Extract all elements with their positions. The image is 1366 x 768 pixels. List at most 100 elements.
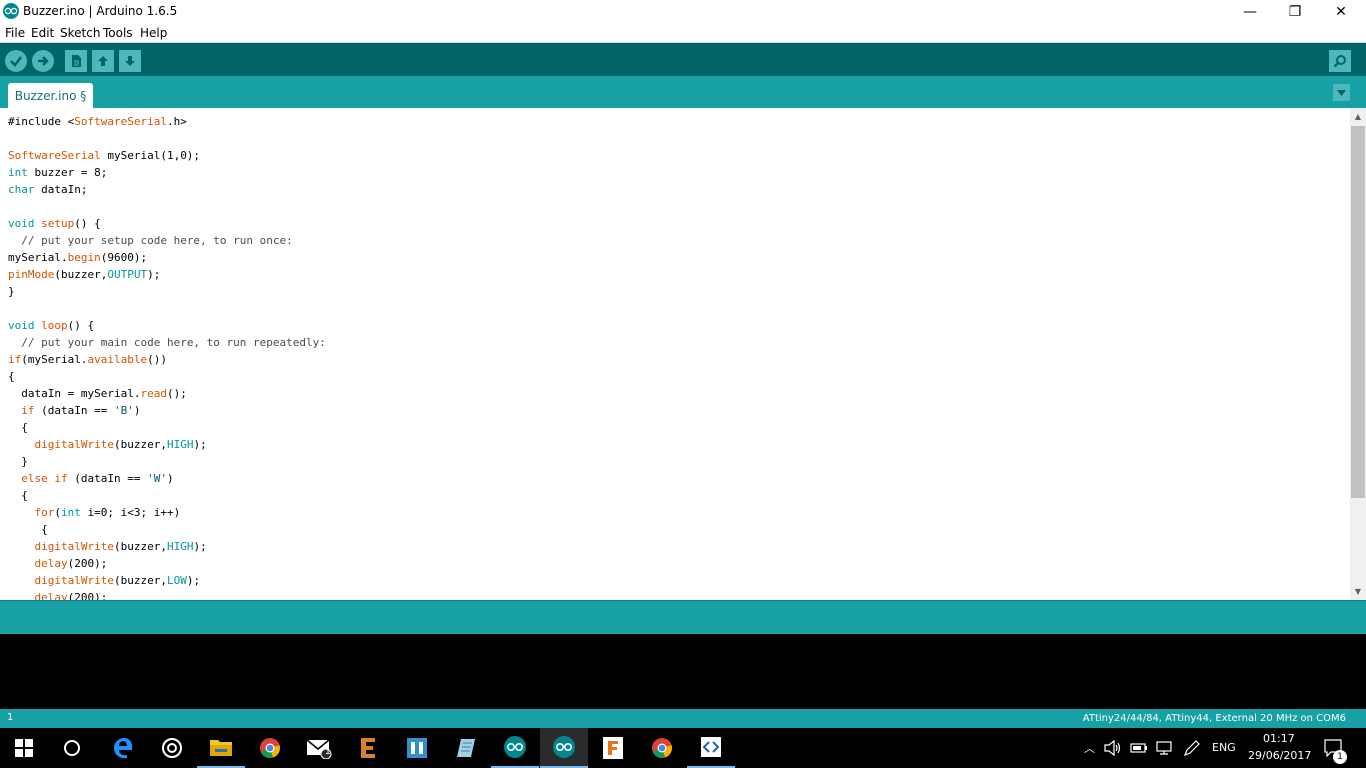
serial-monitor-button[interactable] xyxy=(1329,50,1351,72)
edge-icon xyxy=(114,738,133,759)
taskbar-edge[interactable] xyxy=(99,728,147,768)
minimize-button[interactable]: — xyxy=(1227,0,1273,24)
windows-taskbar: 1 ︿ ENG 01:17 29/06/2017 1 xyxy=(0,728,1366,768)
taskbar-app-frame[interactable] xyxy=(393,728,441,768)
groove-music-icon xyxy=(162,738,182,758)
code-line[interactable]: #include <SoftwareSerial.h> xyxy=(8,113,326,130)
code-line[interactable] xyxy=(8,300,326,317)
code-line[interactable]: SoftwareSerial mySerial(1,0); xyxy=(8,147,326,164)
scroll-up-icon[interactable]: ▲ xyxy=(1350,108,1366,125)
editor-scrollbar[interactable]: ▲ ▼ xyxy=(1350,108,1366,600)
code-brackets-icon xyxy=(701,737,721,757)
clock-time[interactable]: 01:17 xyxy=(1263,732,1295,745)
taskbar-arduino-1[interactable] xyxy=(491,728,539,768)
code-line[interactable]: { xyxy=(8,521,326,538)
battery-icon[interactable] xyxy=(1130,740,1148,756)
menu-bar: File Edit Sketch Tools Help xyxy=(0,24,1366,43)
code-line[interactable]: char dataIn; xyxy=(8,181,326,198)
arrow-right-icon xyxy=(38,56,49,66)
upload-button[interactable] xyxy=(32,50,54,72)
scroll-thumb[interactable] xyxy=(1351,126,1365,498)
taskbar-app-notes[interactable] xyxy=(442,728,490,768)
code-line[interactable]: dataIn = mySerial.read(); xyxy=(8,385,326,402)
code-editor[interactable]: #include <SoftwareSerial.h> SoftwareSeria… xyxy=(0,108,1350,600)
code-line[interactable]: if (dataIn == 'B') xyxy=(8,402,326,419)
verify-button[interactable] xyxy=(5,50,27,72)
code-line[interactable]: else if (dataIn == 'W') xyxy=(8,470,326,487)
arrow-up-icon xyxy=(98,56,108,66)
tab-menu-button[interactable] xyxy=(1333,84,1350,101)
new-file-icon xyxy=(72,55,81,67)
taskbar-fritzing[interactable] xyxy=(589,728,637,768)
cortana-icon xyxy=(64,740,80,756)
search-button[interactable] xyxy=(48,728,96,768)
notification-count-badge: 1 xyxy=(1333,750,1347,764)
volume-icon[interactable] xyxy=(1104,740,1122,756)
code-line[interactable]: { xyxy=(8,487,326,504)
code-line[interactable]: pinMode(buzzer,OUTPUT); xyxy=(8,266,326,283)
folder-icon xyxy=(210,740,232,756)
taskbar-chrome[interactable] xyxy=(246,728,294,768)
restore-button[interactable]: ❐ xyxy=(1272,0,1318,24)
title-bar: Buzzer.ino | Arduino 1.6.5 — ❐ ✕ xyxy=(0,0,1366,24)
code-line[interactable]: digitalWrite(buzzer,LOW); xyxy=(8,572,326,589)
notes-app-icon xyxy=(457,739,475,757)
code-line[interactable]: if(mySerial.available()) xyxy=(8,351,326,368)
code-line[interactable]: } xyxy=(8,283,326,300)
taskbar-arduino-2[interactable] xyxy=(540,728,588,768)
taskbar-file-explorer[interactable] xyxy=(197,728,245,768)
code-line[interactable]: delay(200); xyxy=(8,555,326,572)
pen-icon[interactable] xyxy=(1182,740,1200,756)
code-line[interactable] xyxy=(8,130,326,147)
code-line[interactable]: // put your setup code here, to run once… xyxy=(8,232,326,249)
start-button[interactable] xyxy=(0,728,48,768)
code-line[interactable]: digitalWrite(buzzer,HIGH); xyxy=(8,436,326,453)
save-button[interactable] xyxy=(119,50,141,72)
clock-date[interactable]: 29/06/2017 xyxy=(1248,749,1311,762)
code-line[interactable]: void setup() { xyxy=(8,215,326,232)
code-line[interactable]: int buzzer = 8; xyxy=(8,164,326,181)
menu-tools[interactable]: Tools xyxy=(103,26,133,40)
new-button[interactable] xyxy=(65,50,87,72)
menu-help[interactable]: Help xyxy=(140,26,167,40)
eagle-e-icon xyxy=(361,738,375,758)
network-icon[interactable] xyxy=(1155,740,1173,756)
code-line[interactable]: delay(200); xyxy=(8,589,326,600)
arduino-icon xyxy=(553,736,575,758)
open-button[interactable] xyxy=(92,50,114,72)
chrome-icon xyxy=(260,738,280,758)
code-text[interactable]: #include <SoftwareSerial.h> SoftwareSeria… xyxy=(8,113,326,600)
code-line[interactable] xyxy=(8,198,326,215)
menu-edit[interactable]: Edit xyxy=(31,26,54,40)
tab-buzzer-ino[interactable]: Buzzer.ino § xyxy=(8,83,93,108)
code-line[interactable]: for(int i=0; i<3; i++) xyxy=(8,504,326,521)
taskbar-chrome-2[interactable] xyxy=(638,728,686,768)
window-title: Buzzer.ino | Arduino 1.6.5 xyxy=(23,4,178,18)
taskbar-groove[interactable] xyxy=(148,728,196,768)
input-language[interactable]: ENG xyxy=(1212,741,1236,754)
fritzing-icon xyxy=(603,737,623,759)
scroll-down-icon[interactable]: ▼ xyxy=(1350,583,1366,600)
console-output[interactable] xyxy=(0,634,1366,709)
magnifier-icon xyxy=(1333,55,1346,68)
board-info: ATtiny24/44/84, ATtiny44, External 20 MH… xyxy=(1082,713,1346,724)
code-line[interactable]: } xyxy=(8,453,326,470)
arduino-logo-icon xyxy=(3,3,19,19)
menu-file[interactable]: File xyxy=(5,26,25,40)
code-line[interactable]: { xyxy=(8,368,326,385)
close-button[interactable]: ✕ xyxy=(1318,0,1364,24)
line-number: 1 xyxy=(7,712,14,723)
taskbar-mail[interactable]: 1 xyxy=(295,728,343,768)
taskbar-eagle[interactable] xyxy=(344,728,392,768)
tab-bar: Buzzer.ino § xyxy=(0,76,1366,108)
taskbar-code-editor[interactable] xyxy=(687,728,735,768)
check-icon xyxy=(10,56,22,67)
code-line[interactable]: { xyxy=(8,419,326,436)
code-line[interactable]: // put your main code here, to run repea… xyxy=(8,334,326,351)
code-line[interactable]: digitalWrite(buzzer,HIGH); xyxy=(8,538,326,555)
code-line[interactable]: void loop() { xyxy=(8,317,326,334)
menu-sketch[interactable]: Sketch xyxy=(60,26,100,40)
tray-chevron-up-icon[interactable]: ︿ xyxy=(1084,740,1095,756)
code-line[interactable]: mySerial.begin(9600); xyxy=(8,249,326,266)
message-area xyxy=(0,600,1366,634)
